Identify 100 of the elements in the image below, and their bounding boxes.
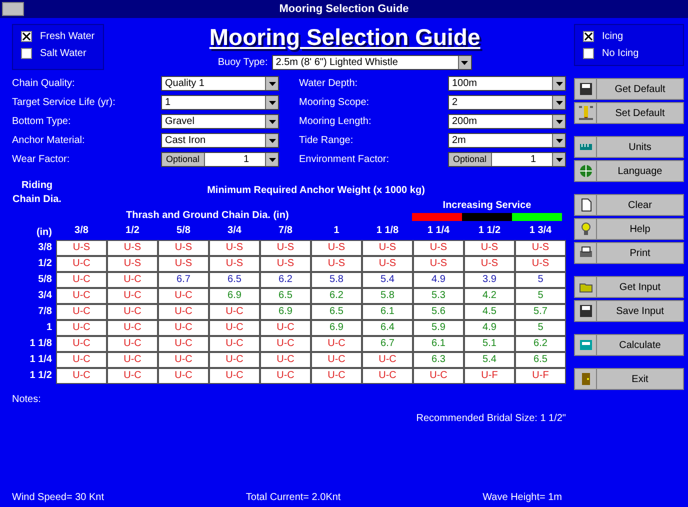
toolbar-button[interactable]: Calculate bbox=[574, 334, 684, 356]
table-cell: 6.7 bbox=[158, 272, 209, 288]
table-cell: U-S bbox=[209, 240, 260, 256]
dropdown-field[interactable]: 100m bbox=[448, 76, 566, 91]
app-heading: Mooring Selection Guide bbox=[209, 24, 480, 51]
table-cell: 6.5 bbox=[515, 352, 566, 368]
toolbar-button[interactable]: Set Default bbox=[574, 102, 684, 124]
table-cell: U-S bbox=[158, 240, 209, 256]
table-cell: U-C bbox=[209, 352, 260, 368]
column-header: 3/8 bbox=[74, 225, 90, 238]
system-menu-button[interactable] bbox=[2, 2, 24, 16]
toolbar-button[interactable]: Get Input bbox=[574, 276, 684, 298]
dropdown-field[interactable]: 2m bbox=[448, 133, 566, 148]
table-cell: 6.2 bbox=[311, 288, 362, 304]
table-cell: U-C bbox=[311, 336, 362, 352]
toolbar-button[interactable]: Get Default bbox=[574, 78, 684, 100]
caret-icon bbox=[268, 158, 276, 162]
table-cell: U-S bbox=[515, 240, 566, 256]
dropdown-field[interactable]: Optional 1 bbox=[448, 152, 566, 167]
toolbar-button[interactable]: Units bbox=[574, 136, 684, 158]
table-cell: 6.9 bbox=[311, 320, 362, 336]
dropdown-field[interactable]: 2 bbox=[448, 95, 566, 110]
table-cell: 5 bbox=[515, 272, 566, 288]
toolbar-button[interactable]: Exit bbox=[574, 368, 684, 390]
calculator-icon bbox=[578, 338, 592, 352]
row-header: 1 1/8 bbox=[28, 337, 53, 351]
caret-icon bbox=[268, 82, 276, 86]
table-cell: U-C bbox=[209, 368, 260, 384]
caret-icon bbox=[556, 158, 562, 162]
caret-icon bbox=[268, 138, 276, 142]
dropdown-field[interactable]: Cast Iron bbox=[161, 133, 279, 148]
table-cell: U-C bbox=[362, 352, 413, 368]
table-cell: U-C bbox=[413, 368, 464, 384]
table-cell: U-C bbox=[107, 320, 158, 336]
row-header: 1 1/4 bbox=[28, 353, 53, 367]
table-cell: 6.9 bbox=[209, 288, 260, 304]
toolbar-button[interactable]: Language bbox=[574, 160, 684, 182]
pencil-icon bbox=[578, 106, 592, 120]
table-cell: 5.3 bbox=[413, 288, 464, 304]
dropdown-field[interactable]: Optional 1 bbox=[161, 152, 279, 167]
table-cell: 4.2 bbox=[464, 288, 515, 304]
table-cell: U-C bbox=[311, 368, 362, 384]
table-cell: U-C bbox=[362, 368, 413, 384]
table-cell: U-C bbox=[209, 320, 260, 336]
table-cell: 6.7 bbox=[362, 336, 413, 352]
toolbar-button[interactable]: Save Input bbox=[574, 300, 684, 322]
table-cell: U-C bbox=[260, 336, 311, 352]
table-cell: U-C bbox=[56, 304, 107, 320]
table-cell: 5.4 bbox=[464, 352, 515, 368]
table-cell: U-F bbox=[515, 368, 566, 384]
row-header: 3/8 bbox=[37, 241, 53, 255]
table-cell: 5.4 bbox=[362, 272, 413, 288]
row-header: 7/8 bbox=[37, 305, 53, 319]
dropdown-field[interactable]: 2.5m (8' 6") Lighted Whistle bbox=[272, 55, 472, 70]
table-cell: U-C bbox=[311, 352, 362, 368]
table-cell: U-C bbox=[56, 272, 107, 288]
table-cell: U-C bbox=[158, 320, 209, 336]
toolbar-button[interactable]: Help bbox=[574, 218, 684, 240]
table-cell: U-C bbox=[158, 304, 209, 320]
status-text: Total Current= 2.0Knt bbox=[246, 492, 341, 503]
table-cell: 5.8 bbox=[362, 288, 413, 304]
table-cell: 6.1 bbox=[362, 304, 413, 320]
dropdown-field[interactable]: Gravel bbox=[161, 114, 279, 129]
table-cell: U-C bbox=[56, 336, 107, 352]
dropdown-field[interactable]: 1 bbox=[161, 95, 279, 110]
dropdown-field[interactable]: 200m bbox=[448, 114, 566, 129]
toolbar-button[interactable]: Print bbox=[574, 242, 684, 264]
checkbox[interactable] bbox=[583, 48, 594, 59]
table-cell: 6.5 bbox=[209, 272, 260, 288]
bridle-size-text: Recommended Bridal Size: 1 1/2" bbox=[416, 413, 566, 424]
notes-label: Notes: bbox=[12, 394, 42, 405]
table-cell: U-S bbox=[362, 256, 413, 272]
table-cell: U-C bbox=[260, 320, 311, 336]
table-cell: U-S bbox=[413, 256, 464, 272]
table-cell: U-S bbox=[260, 240, 311, 256]
table-cell: 4.9 bbox=[413, 272, 464, 288]
table-cell: U-S bbox=[209, 256, 260, 272]
column-header: 3/4 bbox=[226, 225, 242, 238]
field-label: Bottom Type: bbox=[12, 116, 71, 127]
toolbar-button[interactable]: Clear bbox=[574, 194, 684, 216]
table-cell: 5 bbox=[515, 320, 566, 336]
table-cell: U-C bbox=[56, 352, 107, 368]
table-cell: 5.8 bbox=[311, 272, 362, 288]
table-cell: 6.1 bbox=[413, 336, 464, 352]
checkbox[interactable] bbox=[21, 31, 32, 42]
dropdown-field[interactable]: Quality 1 bbox=[161, 76, 279, 91]
checkbox[interactable] bbox=[21, 48, 32, 59]
row-header: 5/8 bbox=[37, 273, 53, 287]
table-cell: 5.7 bbox=[515, 304, 566, 320]
table-cell: 5.9 bbox=[413, 320, 464, 336]
checkbox[interactable] bbox=[583, 31, 594, 42]
caret-icon bbox=[556, 82, 562, 86]
status-text: Wind Speed= 30 Knt bbox=[12, 492, 104, 503]
table-cell: U-S bbox=[464, 256, 515, 272]
table-cell: U-C bbox=[107, 304, 158, 320]
field-label: Buoy Type: bbox=[218, 57, 268, 68]
window-title: Mooring Selection Guide bbox=[279, 3, 409, 15]
row-header: 1 bbox=[45, 321, 53, 335]
table-cell: U-C bbox=[107, 288, 158, 304]
field-label: Mooring Length: bbox=[299, 116, 372, 127]
